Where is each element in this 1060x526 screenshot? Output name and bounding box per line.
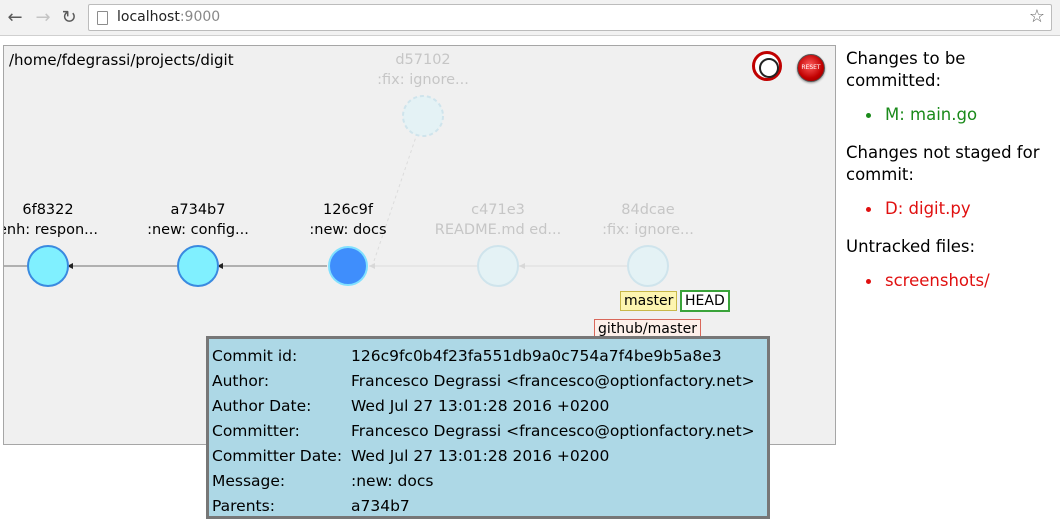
commit-details-tooltip: Commit id: 126c9fc0b4f23fa551db9a0c754a7f… (206, 336, 770, 519)
commit-node-c471e3[interactable] (477, 245, 519, 287)
branch-tag-master[interactable]: master (620, 291, 678, 311)
unstaged-heading: Changes not staged for commit: (846, 143, 1040, 184)
git-status-panel: Changes to be committed: M: main.go Chan… (846, 48, 1060, 308)
arrow-head (519, 263, 525, 269)
page-icon (97, 11, 108, 25)
reload-icon[interactable]: ↻ (58, 6, 80, 28)
commit-label-84dcae: 84dcae:fix: ignore... (602, 202, 694, 238)
browser-toolbar: ← → ↻ localhost:9000 ☆ (0, 0, 1060, 36)
untracked-file[interactable]: screenshots/ (866, 270, 1060, 292)
commit-label-d57102: d57102:fix: ignore... (377, 52, 469, 88)
staged-list: M: main.go (866, 104, 1060, 126)
tooltip-row: Author: Francesco Degrassi <francesco@opt… (212, 371, 755, 390)
tooltip-row: Author Date: Wed Jul 27 13:01:28 2016 +02… (212, 396, 610, 415)
commit-node-d57102[interactable] (402, 95, 444, 137)
untracked-list: screenshots/ (866, 270, 1060, 292)
unstaged-list: D: digit.py (866, 198, 1060, 220)
back-arrow-icon[interactable]: ← (4, 6, 26, 28)
forward-arrow-icon[interactable]: → (32, 6, 54, 28)
branch-edge (372, 115, 424, 265)
address-bar[interactable]: localhost:9000 ☆ (88, 4, 1052, 31)
repo-path: /home/fdegrassi/projects/digit (9, 51, 234, 69)
head-tag[interactable]: HEAD (680, 290, 730, 312)
tooltip-row: Committer Date: Wed Jul 27 13:01:28 2016 … (212, 446, 610, 465)
commit-node-84dcae[interactable] (627, 245, 669, 287)
commit-node-a734b7[interactable] (177, 245, 219, 287)
staged-file[interactable]: M: main.go (866, 104, 1060, 126)
unstaged-file[interactable]: D: digit.py (866, 198, 1060, 220)
arrow-head (369, 263, 375, 269)
tooltip-row: Committer: Francesco Degrassi <francesco@… (212, 421, 755, 440)
reset-button[interactable]: RESET (797, 54, 825, 82)
tooltip-row: Message::new: docs (212, 471, 434, 490)
untracked-heading: Untracked files: (846, 237, 976, 256)
commit-node-6f8322[interactable] (27, 245, 69, 287)
commit-node-126c9f[interactable] (328, 246, 368, 286)
url-text[interactable]: localhost:9000 (117, 9, 220, 25)
tooltip-row: Commit id: 126c9fc0b4f23fa551db9a0c754a7f… (212, 346, 722, 365)
github-icon[interactable] (752, 51, 782, 81)
bookmark-star-icon[interactable]: ☆ (1029, 6, 1045, 27)
staged-heading: Changes to be committed: (846, 49, 966, 90)
tooltip-row: Parents: a734b7 (212, 496, 410, 515)
